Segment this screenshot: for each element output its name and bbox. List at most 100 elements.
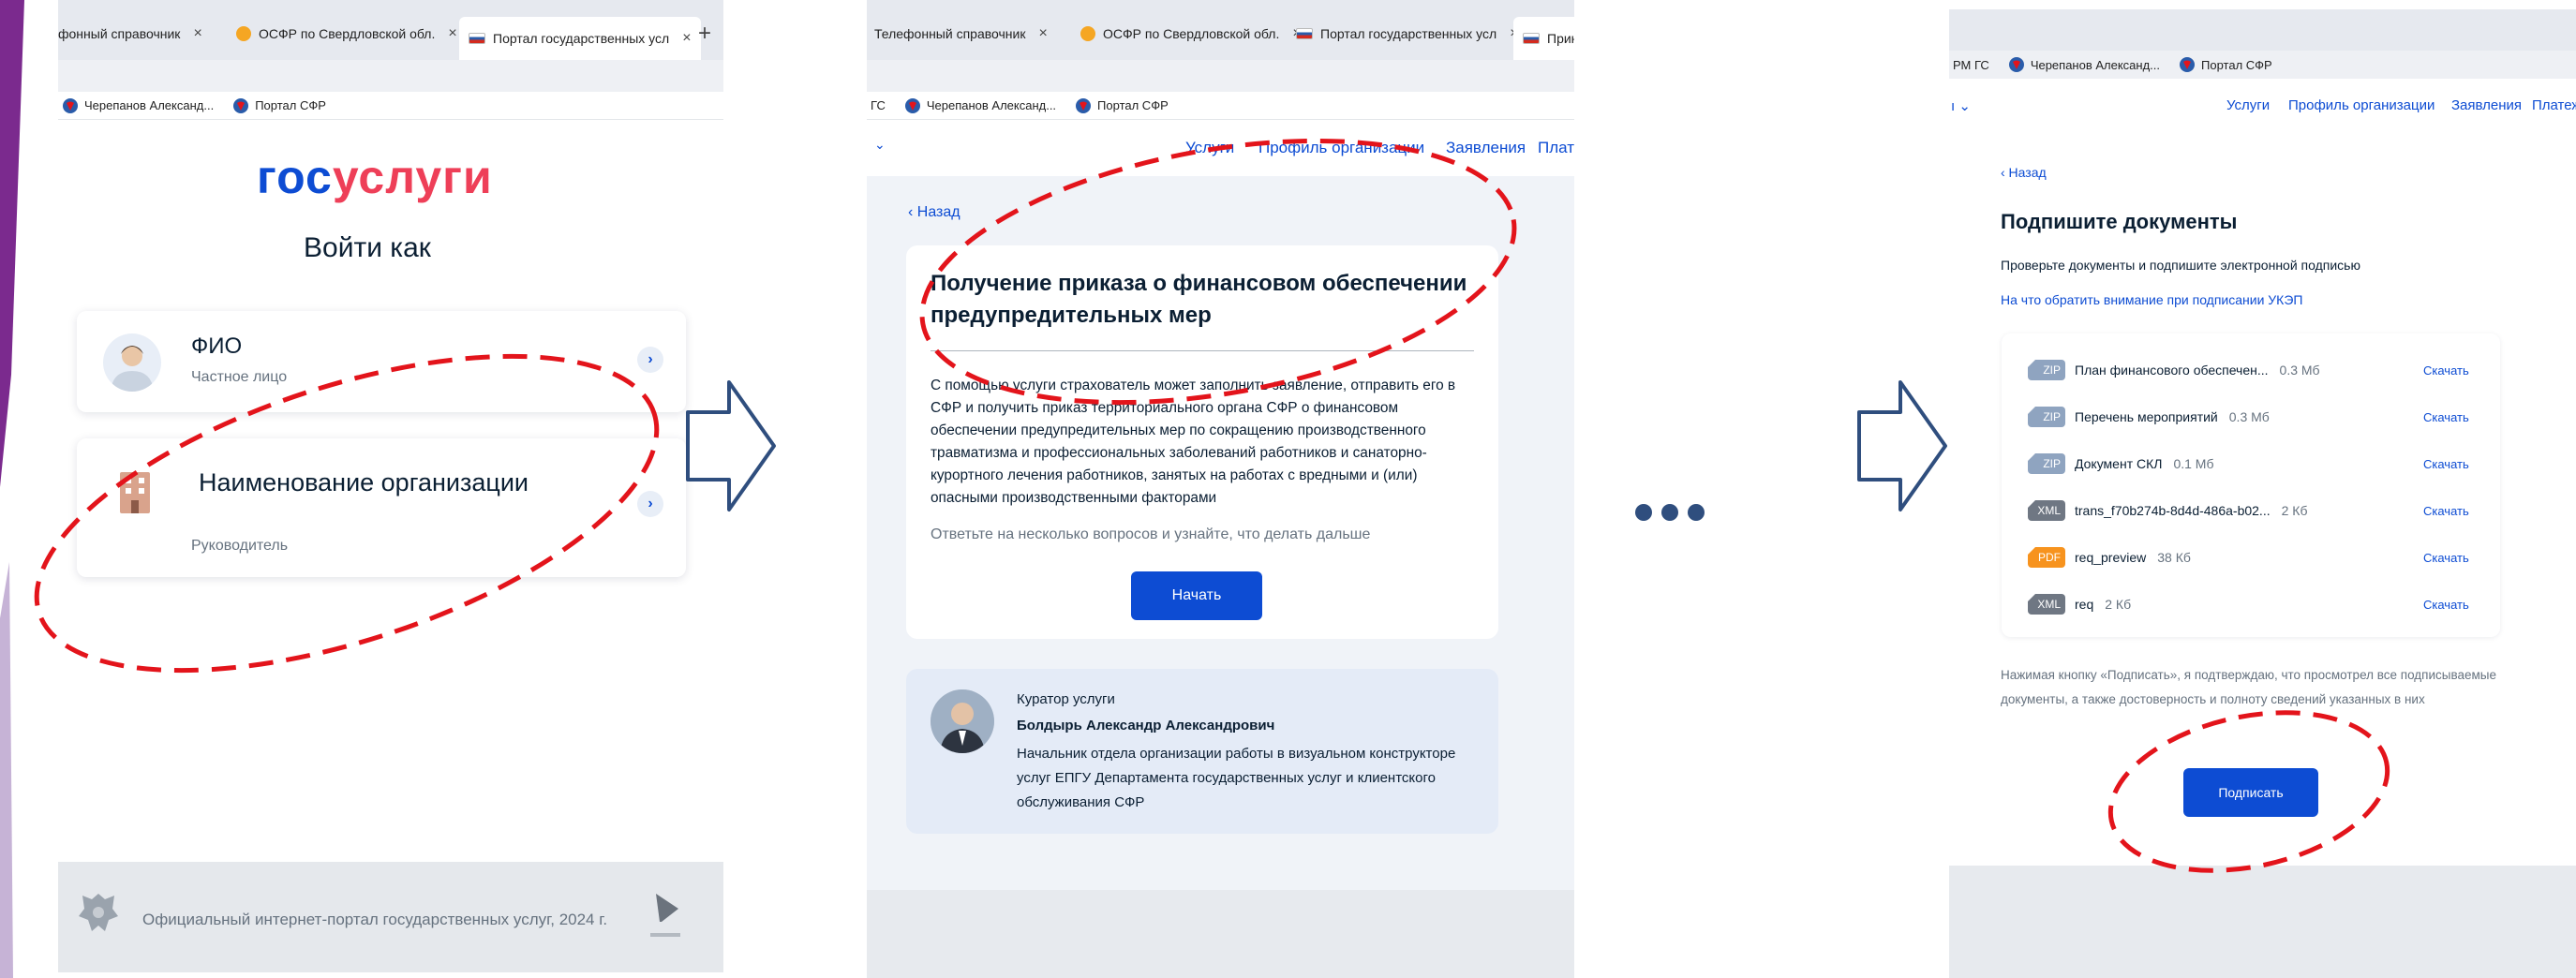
- browser-tab[interactable]: фонный справочник ×: [58, 15, 202, 52]
- bookmark[interactable]: Портал СФР: [232, 97, 326, 114]
- gosuslugi-logo: госуслуги: [257, 150, 493, 204]
- browser-tab[interactable]: Телефонный справочник ×: [874, 15, 1048, 52]
- bookmark-label[interactable]: ГС: [871, 98, 886, 112]
- nav-item-org-profile[interactable]: Профиль организации: [2288, 97, 2435, 113]
- list-item: ZIP Перечень мероприятий 0.3 Мб: [2028, 405, 2270, 429]
- login-option-organization[interactable]: Наименование организации Руководитель ›: [77, 438, 686, 577]
- chevron-down-icon[interactable]: ⌄: [874, 137, 886, 153]
- nav-item-applications[interactable]: Заявления: [1446, 139, 1526, 157]
- download-link[interactable]: Скачать: [2423, 504, 2469, 518]
- tab-title: ОСФР по Свердловской обл.: [1103, 26, 1280, 41]
- chevron-right-icon[interactable]: ›: [637, 347, 663, 373]
- bookmarks-bar: Черепанов Александ... Портал СФР: [58, 92, 723, 120]
- address-bar[interactable]: [58, 60, 723, 92]
- signing-help-link[interactable]: На что обратить внимание при подписании …: [2001, 292, 2302, 307]
- screenshot-login: фонный справочник × ОСФР по Свердловской…: [58, 0, 723, 978]
- bookmark[interactable]: Черепанов Александ...: [904, 97, 1056, 114]
- bookmark[interactable]: Портал СФР: [1075, 97, 1169, 114]
- tab-title: Прин: [1547, 31, 1574, 46]
- chevron-down-icon[interactable]: ı ⌄: [1951, 97, 1971, 114]
- person-option-label: ФИО: [191, 333, 243, 359]
- nav-item-org-profile[interactable]: Профиль организации: [1258, 139, 1424, 157]
- file-size: 0.1 Мб: [2173, 456, 2214, 471]
- footer-copyright: Официальный интернет-портал государствен…: [142, 911, 608, 928]
- service-description: С помощью услуги страхователь может запо…: [931, 378, 1456, 506]
- sfr-logo-icon: [2008, 57, 2024, 72]
- divider: [931, 350, 1474, 351]
- close-icon[interactable]: ×: [193, 25, 201, 42]
- osfr-favicon-icon: [236, 26, 251, 41]
- close-icon[interactable]: ×: [448, 25, 456, 42]
- plus-icon: +: [698, 21, 712, 46]
- rostelecom-logo-icon: [650, 894, 680, 937]
- bookmark[interactable]: Портал СФР: [2179, 56, 2272, 73]
- curator-card: Куратор услуги Болдырь Александр Алексан…: [906, 669, 1498, 834]
- xml-file-icon: XML: [2028, 500, 2065, 521]
- chevron-right-icon[interactable]: ›: [637, 491, 663, 517]
- dot: [1688, 504, 1705, 521]
- sfr-logo-icon: [1076, 97, 1092, 113]
- dot: [1661, 504, 1678, 521]
- page-subtitle: Проверьте документы и подпишите электрон…: [2001, 258, 2360, 273]
- download-link[interactable]: Скачать: [2423, 551, 2469, 565]
- bookmark-label: Портал СФР: [255, 98, 326, 112]
- close-icon[interactable]: ×: [682, 30, 691, 47]
- bookmark-label[interactable]: РМ ГС: [1953, 58, 1989, 72]
- close-icon[interactable]: ×: [1038, 25, 1047, 42]
- nav-item-payments[interactable]: Платеж: [2532, 97, 2576, 113]
- browser-tab-active[interactable]: Прин: [1513, 17, 1574, 60]
- sfr-logo-icon: [63, 97, 78, 113]
- browser-tab[interactable]: ОСФР по Свердловской обл. ×: [236, 15, 457, 52]
- download-link[interactable]: Скачать: [2423, 410, 2469, 424]
- file-size: 2 Кб: [2105, 597, 2132, 612]
- ellipsis-icon: [1635, 504, 1705, 521]
- login-option-person[interactable]: ФИО Частное лицо ›: [77, 311, 686, 412]
- nav-item-payments[interactable]: Плат: [1538, 139, 1574, 157]
- logo-part-gos: гос: [257, 151, 333, 203]
- download-link[interactable]: Скачать: [2423, 457, 2469, 471]
- signing-disclaimer: Нажимая кнопку «Подписать», я подтвержда…: [2001, 668, 2497, 706]
- back-link[interactable]: ‹ Назад: [2001, 165, 2047, 180]
- sfr-logo-icon: [2180, 57, 2196, 72]
- file-name: Перечень мероприятий: [2075, 409, 2218, 424]
- page-title: Подпишите документы: [2001, 210, 2238, 233]
- start-button[interactable]: Начать: [1131, 571, 1262, 620]
- bookmark[interactable]: Черепанов Александ...: [62, 97, 214, 114]
- page-footer: Официальный интернет-портал государствен…: [58, 862, 723, 972]
- zip-file-icon: ZIP: [2028, 407, 2065, 427]
- sign-button[interactable]: Подписать: [2183, 768, 2318, 817]
- slide-accent-bar: [0, 0, 24, 978]
- back-link[interactable]: ‹ Назад: [908, 204, 960, 221]
- new-tab-button[interactable]: +: [698, 15, 711, 52]
- browser-tab-active[interactable]: Портал государственных усл ×: [459, 17, 701, 60]
- curator-label: Куратор услуги: [1017, 691, 1115, 707]
- person-avatar-icon: [103, 333, 161, 392]
- address-bar[interactable]: [867, 60, 1574, 92]
- bookmark-label: Черепанов Александ...: [2030, 57, 2161, 72]
- person-option-sublabel: Частное лицо: [191, 369, 288, 385]
- page-bottom: [867, 890, 1574, 978]
- service-card: Получение приказа о финансовом обеспечен…: [906, 245, 1498, 639]
- nav-item-services[interactable]: Услуги: [1185, 139, 1234, 157]
- file-size: 38 Кб: [2157, 550, 2191, 565]
- download-link[interactable]: Скачать: [2423, 363, 2469, 378]
- service-hint: Ответьте на несколько вопросов и узнайте…: [931, 526, 1371, 542]
- list-item: ZIP Документ СКЛ 0.1 Мб: [2028, 452, 2214, 476]
- dot: [1635, 504, 1652, 521]
- pdf-file-icon: PDF: [2028, 547, 2065, 568]
- file-size: 0.3 Мб: [2228, 409, 2270, 424]
- curator-role: Начальник отдела организации работы в ви…: [1017, 746, 1456, 810]
- browser-tab[interactable]: ОСФР по Свердловской обл. ×: [1080, 15, 1302, 52]
- page-bottom: [1949, 866, 2576, 978]
- browser-tab[interactable]: Портал государственных усл ×: [1296, 15, 1519, 52]
- slide: фонный справочник × ОСФР по Свердловской…: [0, 0, 2576, 978]
- list-item: XML req 2 Кб: [2028, 592, 2131, 616]
- file-name: trans_f70b274b-8d4d-486a-b02...: [2075, 503, 2271, 518]
- bookmarks-bar: ГС Черепанов Александ... Портал СФР: [867, 92, 1574, 120]
- download-link[interactable]: Скачать: [2423, 598, 2469, 612]
- bookmark[interactable]: Черепанов Александ...: [2008, 56, 2160, 73]
- nav-item-applications[interactable]: Заявления: [2451, 97, 2522, 113]
- nav-item-services[interactable]: Услуги: [2226, 97, 2270, 113]
- site-nav: ı ⌄ Услуги Профиль организации Заявления…: [1949, 92, 2576, 135]
- flag-favicon-icon: [1523, 33, 1540, 44]
